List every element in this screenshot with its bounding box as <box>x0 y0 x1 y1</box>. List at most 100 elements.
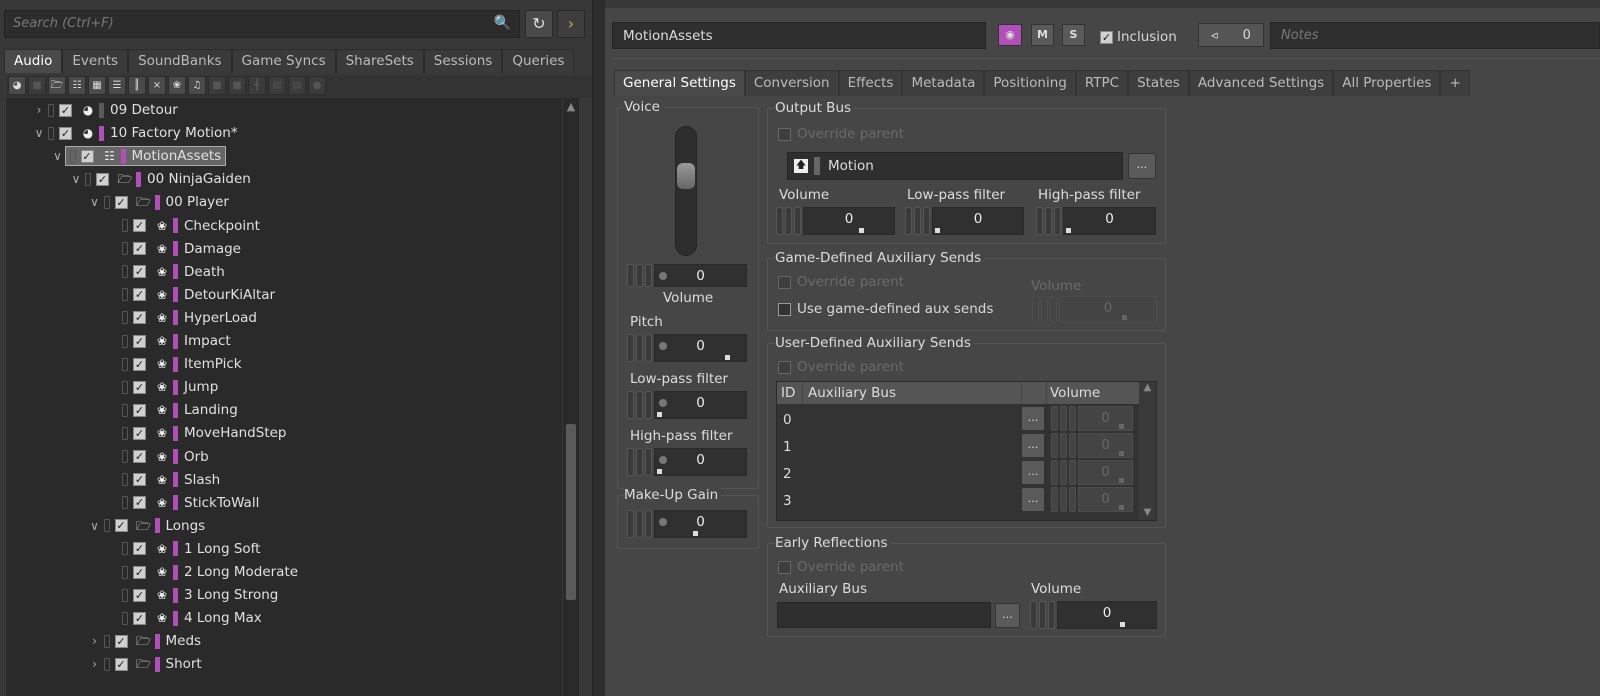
expand-button[interactable]: › <box>557 10 585 38</box>
include-checkbox[interactable]: ✓ <box>80 149 94 163</box>
voice-hpf-value[interactable]: 0 <box>696 452 705 468</box>
tree-item[interactable]: ✓ ❀ Checkpoint <box>106 215 260 237</box>
include-checkbox[interactable]: ✓ <box>133 311 146 325</box>
lock-icon[interactable] <box>48 126 54 140</box>
lock-icon[interactable] <box>69 149 76 163</box>
include-checkbox[interactable]: ✓ <box>133 265 146 279</box>
include-checkbox[interactable]: ✓ <box>59 126 72 140</box>
lock-icon[interactable] <box>122 288 128 302</box>
include-checkbox[interactable]: ✓ <box>59 103 72 117</box>
tab-events[interactable]: Events <box>62 49 129 73</box>
blend-container-icon[interactable]: ☰ <box>108 76 126 95</box>
lock-icon[interactable] <box>103 195 110 209</box>
lock-icon[interactable] <box>122 219 128 232</box>
output-lpf-value[interactable]: 0 <box>974 211 983 227</box>
chevron-down-icon[interactable]: ∨ <box>88 195 102 209</box>
output-volume-value[interactable]: 0 <box>845 211 854 227</box>
tree-item[interactable]: ✓ ❀ 1 Long Soft <box>106 538 260 560</box>
pitch-fader[interactable]: 0 <box>627 334 747 362</box>
row-browse-button[interactable]: ... <box>1021 433 1045 458</box>
pitch-value[interactable]: 0 <box>696 338 705 354</box>
er-volume-value[interactable]: 0 <box>1103 605 1112 621</box>
game-aux-override-parent[interactable]: Override parent <box>778 274 904 290</box>
lock-icon[interactable] <box>122 403 128 417</box>
tab-rtpc[interactable]: RTPC <box>1075 70 1129 96</box>
include-checkbox[interactable]: ✓ <box>133 588 146 602</box>
solo-button[interactable]: S <box>1062 24 1085 46</box>
lock-icon[interactable] <box>103 519 110 533</box>
panel-splitter[interactable] <box>592 0 605 696</box>
tree-scrollbar[interactable] <box>563 98 579 696</box>
row-volume-value[interactable]: 0 <box>1101 410 1110 426</box>
lock-icon[interactable] <box>103 634 110 648</box>
include-checkbox[interactable]: ✓ <box>133 426 146 440</box>
disabled-tool-icon[interactable]: ● <box>308 76 326 95</box>
output-lpf-fader[interactable]: 0 <box>905 207 1024 235</box>
volume-slider-handle[interactable] <box>677 163 695 189</box>
tab-metadata[interactable]: Metadata <box>902 70 985 96</box>
tree-item[interactable]: › ✓ 🗁 Meds <box>88 630 201 652</box>
include-checkbox[interactable]: ✓ <box>133 380 146 394</box>
lock-icon[interactable] <box>122 242 128 256</box>
sound-icon[interactable]: ♫ <box>188 76 206 95</box>
tree-item[interactable]: ✓ ❀ Death <box>106 261 225 283</box>
chevron-right-icon[interactable]: › <box>88 657 102 671</box>
tree-item[interactable]: ✓ ❀ Impact <box>106 330 231 352</box>
work-unit-icon[interactable]: ◕ <box>8 76 26 95</box>
chevron-down-icon[interactable]: ∨ <box>69 172 83 186</box>
chevron-down-icon[interactable]: ∨ <box>88 519 102 533</box>
chevron-right-icon[interactable]: › <box>88 634 102 648</box>
motion-fx-icon[interactable]: ❀ <box>168 76 186 95</box>
tree-item[interactable]: › ✓ ◕ 09 Detour <box>32 99 178 121</box>
tab-soundbanks[interactable]: SoundBanks <box>128 49 232 73</box>
include-checkbox[interactable]: ✓ <box>133 565 146 579</box>
include-checkbox[interactable]: ✓ <box>96 172 109 186</box>
tab-states[interactable]: States <box>1128 70 1189 96</box>
tree-item[interactable]: ∨ ✓ 🗁 00 NinjaGaiden <box>69 168 251 190</box>
makeup-gain-value[interactable]: 0 <box>696 514 705 530</box>
magnifier-icon[interactable]: 🔍 <box>494 15 511 31</box>
add-tab-button[interactable]: + <box>1440 70 1470 96</box>
inclusion-toggle[interactable]: ✓ Inclusion <box>1100 29 1177 45</box>
chevron-down-icon[interactable]: ∨ <box>51 149 65 163</box>
include-checkbox[interactable]: ✓ <box>133 219 146 232</box>
disabled-tool-icon[interactable]: ▤ <box>268 76 286 95</box>
tree-item[interactable]: ✓ ❀ Damage <box>106 238 241 260</box>
include-checkbox[interactable]: ✓ <box>133 611 146 625</box>
table-scrollbar[interactable]: ▲ ▼ <box>1139 382 1156 520</box>
tree-item[interactable]: ✓ ❀ 2 Long Moderate <box>106 561 298 583</box>
lock-icon[interactable] <box>122 450 128 463</box>
tree-item[interactable]: ✓ ❀ Orb <box>106 446 209 468</box>
tab-sessions[interactable]: Sessions <box>423 49 503 73</box>
random-container-icon[interactable]: ⨯ <box>148 76 166 95</box>
include-checkbox[interactable]: ✓ <box>114 519 128 533</box>
lock-icon[interactable] <box>122 334 128 348</box>
row-volume-fader[interactable]: 0 <box>1051 460 1133 485</box>
search-input[interactable]: Search (Ctrl+F) 🔍 <box>4 10 520 38</box>
chevron-right-icon[interactable]: › <box>32 103 46 117</box>
tab-effects[interactable]: Effects <box>838 70 903 96</box>
voice-volume-value[interactable]: 0 <box>696 268 705 284</box>
folder-icon[interactable]: 🗁 <box>48 76 66 95</box>
game-aux-volume-value[interactable]: 0 <box>1104 300 1113 316</box>
er-aux-bus-field[interactable] <box>777 602 991 628</box>
chevron-down-icon[interactable]: ∨ <box>32 126 46 140</box>
tree-item[interactable]: ✓ ❀ ItemPick <box>106 353 242 375</box>
tree-item[interactable]: › ✓ 🗁 Short <box>88 653 202 675</box>
refresh-button[interactable]: ↻ <box>525 10 553 38</box>
lock-icon[interactable] <box>122 496 128 510</box>
lock-icon[interactable] <box>103 657 110 671</box>
lock-icon[interactable] <box>85 172 91 186</box>
output-bus-browse-button[interactable]: ... <box>1128 153 1156 179</box>
include-checkbox[interactable]: ✓ <box>133 357 146 371</box>
volume-slider[interactable] <box>675 126 697 256</box>
tree-item[interactable]: ✓ ❀ Jump <box>106 376 218 398</box>
grid-icon[interactable]: ▦ <box>88 76 106 95</box>
scroll-up-icon[interactable]: ▲ <box>563 100 579 113</box>
inclusion-checkbox[interactable]: ✓ <box>1100 30 1113 44</box>
notes-field[interactable]: Notes <box>1270 22 1600 49</box>
tab-audio[interactable]: Audio <box>4 49 63 73</box>
tree-item[interactable]: ✓ ❀ HyperLoad <box>106 307 257 329</box>
er-volume-fader[interactable]: 0 <box>1030 601 1157 629</box>
tab-advanced-settings[interactable]: Advanced Settings <box>1188 70 1334 96</box>
